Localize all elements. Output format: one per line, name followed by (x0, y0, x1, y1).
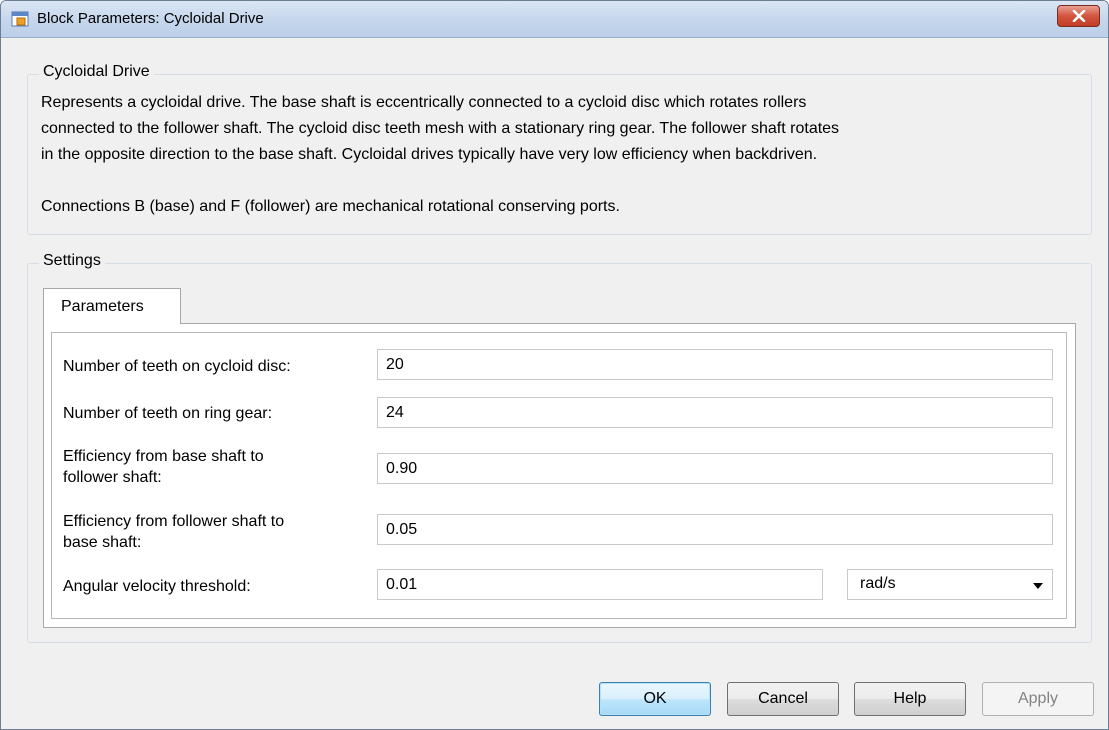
description-text: Represents a cycloidal drive. The base s… (41, 90, 1081, 220)
description-line: connected to the follower shaft. The cyc… (41, 120, 840, 137)
param-label-ring-teeth: Number of teeth on ring gear: (63, 405, 273, 422)
close-icon (1072, 10, 1085, 22)
window-title: Block Parameters: Cycloidal Drive (37, 10, 264, 27)
description-line: Connections B (base) and F (follower) ar… (41, 198, 620, 215)
description-group-title: Cycloidal Drive (39, 63, 154, 81)
efficiency-forward-field[interactable]: 0.90 (377, 453, 1053, 484)
param-label-cycloid-teeth: Number of teeth on cycloid disc: (63, 358, 291, 375)
description-line: in the opposite direction to the base sh… (41, 146, 818, 163)
help-button[interactable]: Help (854, 682, 966, 716)
title-bar[interactable]: Block Parameters: Cycloidal Drive (1, 1, 1108, 38)
dialog-window: Block Parameters: Cycloidal Drive Cycloi… (0, 0, 1109, 730)
chevron-down-icon (1033, 583, 1043, 589)
efficiency-backward-field[interactable]: 0.05 (377, 514, 1053, 545)
cancel-button[interactable]: Cancel (727, 682, 839, 716)
description-line: Represents a cycloidal drive. The base s… (41, 94, 807, 111)
apply-button[interactable]: Apply (982, 682, 1094, 716)
unit-select-value: rad/s (860, 575, 896, 592)
angular-threshold-field[interactable]: 0.01 (377, 569, 823, 600)
simulink-block-icon (11, 11, 29, 27)
cycloid-teeth-field[interactable]: 20 (377, 349, 1053, 380)
tab-parameters-label: Parameters (61, 298, 144, 315)
close-button[interactable] (1057, 5, 1100, 27)
param-label-efficiency-forward: Efficiency from base shaft to follower s… (63, 448, 264, 486)
settings-group-title: Settings (39, 252, 105, 270)
tab-parameters[interactable]: Parameters (43, 288, 181, 324)
angular-threshold-unit-select[interactable]: rad/s (847, 569, 1053, 600)
ok-button[interactable]: OK (599, 682, 711, 716)
param-label-angular-threshold: Angular velocity threshold: (63, 578, 251, 595)
param-label-efficiency-backward: Efficiency from follower shaft to base s… (63, 513, 285, 551)
ring-teeth-field[interactable]: 24 (377, 397, 1053, 428)
